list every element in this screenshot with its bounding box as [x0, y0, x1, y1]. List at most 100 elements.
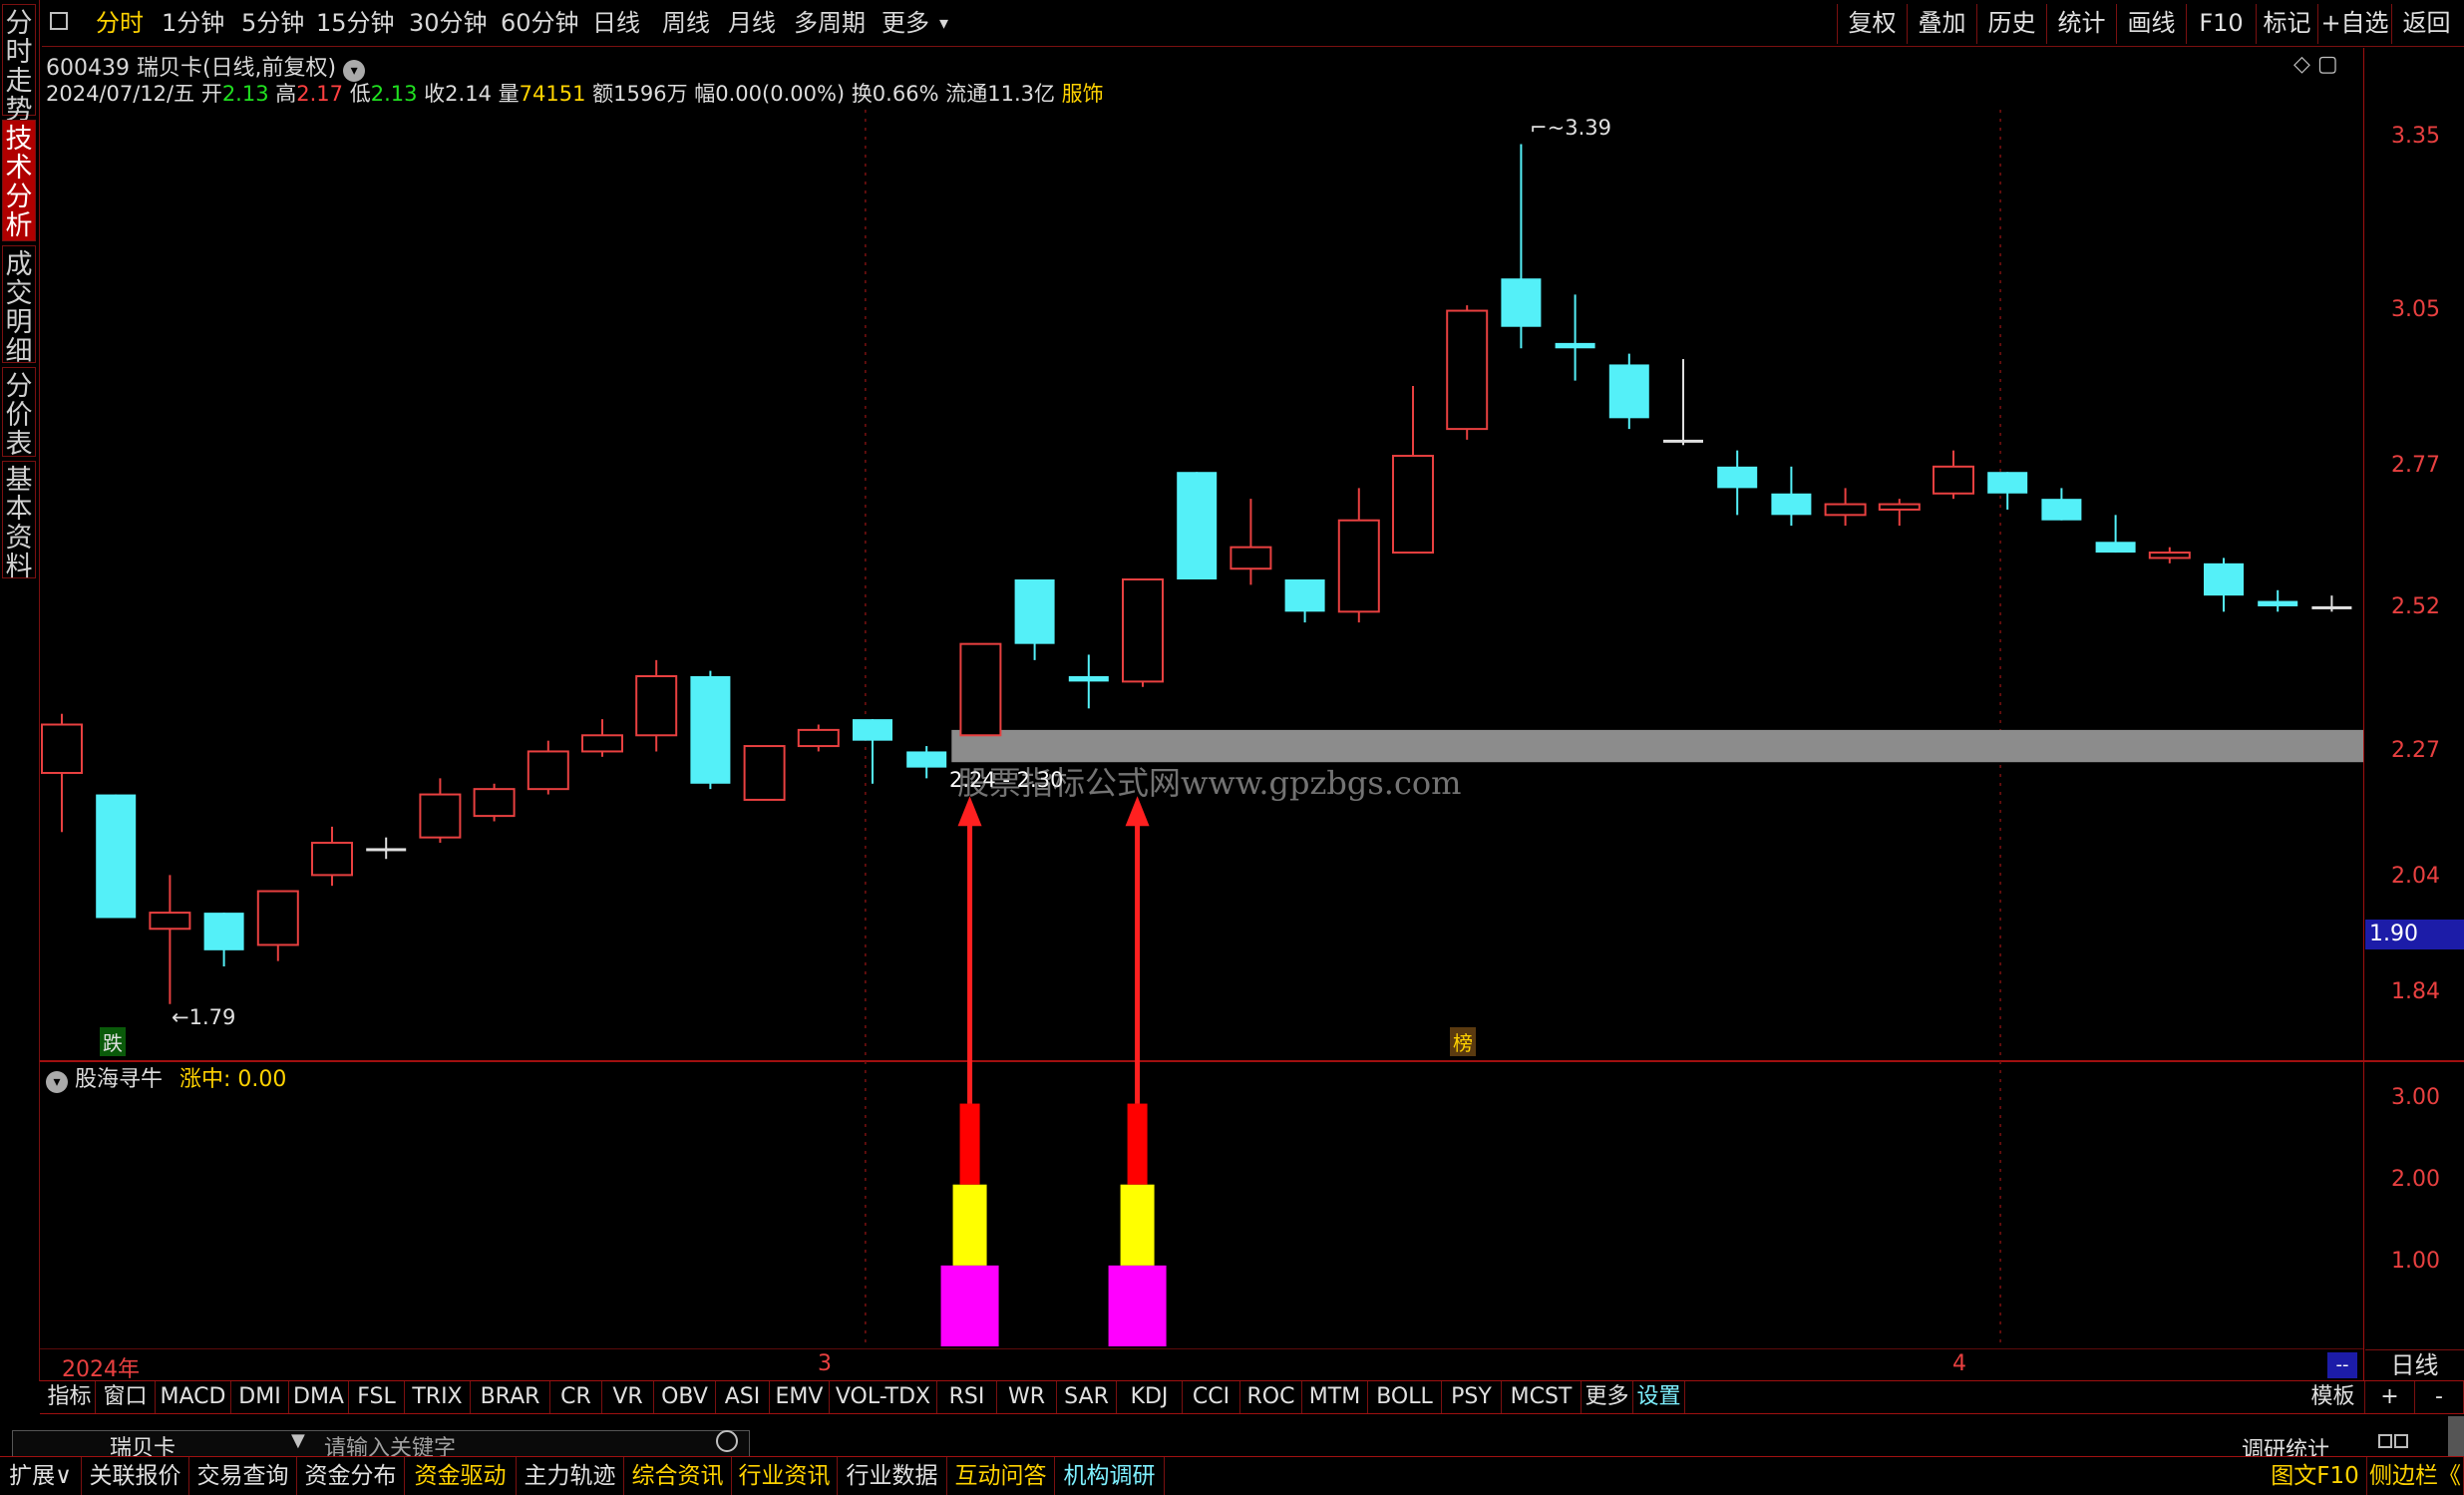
candle-body	[1284, 579, 1325, 612]
signal-bar-segment	[1120, 1184, 1155, 1266]
candle-body	[2095, 542, 2136, 554]
candle-body	[419, 793, 462, 839]
sidebar-toggle-button[interactable]: 侧边栏《	[2367, 1457, 2464, 1495]
indicator-tab-9[interactable]: VR	[602, 1381, 654, 1413]
indicator-tab-15[interactable]: WR	[997, 1381, 1057, 1413]
indicator-tab-18[interactable]: CCI	[1183, 1381, 1240, 1413]
bottom-tab-5[interactable]: 主力轨迹	[517, 1457, 624, 1495]
bottom-tab-6[interactable]: 综合资讯	[624, 1457, 732, 1495]
template-button[interactable]: 模板	[2301, 1381, 2365, 1413]
date-label-year: 2024年	[62, 1357, 140, 1382]
candle-body	[1663, 439, 1703, 443]
indicator-tab-25[interactable]: 设置	[1633, 1381, 1685, 1413]
candle-body	[256, 890, 299, 946]
candle-body	[1014, 579, 1055, 644]
candle-body	[203, 913, 244, 950]
indicator-tab-16[interactable]: SAR	[1057, 1381, 1117, 1413]
bottom-tab-1[interactable]: 关联报价	[82, 1457, 189, 1495]
indicator-tab-7[interactable]: BRAR	[471, 1381, 550, 1413]
candle-body	[1933, 465, 1974, 495]
bottom-tab-8[interactable]: 行业数据	[838, 1457, 947, 1495]
price-tick: 3.05	[2391, 297, 2440, 322]
candle-body	[906, 751, 947, 768]
f10-graphic-button[interactable]: 图文F10	[2264, 1457, 2367, 1495]
bottom-tab-9[interactable]: 互动问答	[947, 1457, 1055, 1495]
signal-bar-segment	[959, 1103, 980, 1185]
candle-body	[1337, 519, 1380, 613]
period-indicator[interactable]: 日线	[2365, 1349, 2464, 1379]
signal-bar-segment	[952, 1184, 987, 1266]
subchart-header: ▾ 股海寻牛 涨中: 0.00	[46, 1061, 286, 1093]
add-window-button[interactable]: +	[2365, 1381, 2415, 1413]
chevron-down-icon[interactable]: ▾	[46, 1071, 68, 1093]
indicator-tab-21[interactable]: BOLL	[1368, 1381, 1442, 1413]
indicator-tab-10[interactable]: OBV	[654, 1381, 716, 1413]
candle-body	[1230, 546, 1272, 570]
bottom-tab-10[interactable]: 机构调研	[1055, 1457, 1165, 1495]
scroll-end-button[interactable]: --	[2327, 1352, 2357, 1378]
signal-bar-segment	[1127, 1103, 1148, 1185]
indicator-tab-22[interactable]: PSY	[1442, 1381, 1502, 1413]
indicator-tab-1[interactable]: 窗口	[96, 1381, 156, 1413]
grid-icon[interactable]	[2378, 1434, 2408, 1450]
indicator-tab-2[interactable]: MACD	[156, 1381, 231, 1413]
indicator-tab-17[interactable]: KDJ	[1117, 1381, 1183, 1413]
indicator-tab-19[interactable]: ROC	[1240, 1381, 1302, 1413]
candle-body	[635, 675, 678, 737]
fall-badge: 跌	[100, 1027, 126, 1056]
candle-body	[2258, 600, 2298, 606]
candle-body	[96, 794, 137, 919]
bottom-tab-2[interactable]: 交易查询	[189, 1457, 297, 1495]
candle-body	[853, 719, 892, 741]
indicator-tab-bar: 指标 窗口 MACD DMI DMA FSL TRIX BRAR CR VR OBV ASI EMV VO…	[40, 1380, 2464, 1414]
price-tick: 2.77	[2391, 453, 2440, 478]
candle-body	[41, 723, 83, 774]
candle-body	[2311, 605, 2352, 609]
candle-body	[2041, 499, 2082, 521]
candle-body	[1824, 503, 1867, 517]
price-tick: 2.04	[2391, 864, 2440, 889]
indicator-tab-14[interactable]: RSI	[937, 1381, 997, 1413]
chevron-down-icon[interactable]: ▼	[291, 1430, 305, 1451]
price-tick: 3.35	[2391, 124, 2440, 149]
indicator-tab-5[interactable]: FSL	[349, 1381, 405, 1413]
candle-body	[1446, 309, 1489, 431]
bottom-tab-7[interactable]: 行业资讯	[732, 1457, 838, 1495]
indicator-tab-13[interactable]: VOL-TDX	[830, 1381, 937, 1413]
remove-window-button[interactable]: -	[2415, 1381, 2464, 1413]
candle-body	[311, 842, 353, 877]
candle-body	[473, 788, 516, 818]
high-price-label: ⌐~3.39	[1530, 116, 1611, 140]
indicator-tab-3[interactable]: DMI	[231, 1381, 289, 1413]
price-tick: 2.52	[2391, 594, 2440, 619]
watermark: 股票指标公式网www.gpzbgs.com	[957, 764, 1462, 802]
candlestick-chart[interactable]	[0, 0, 2464, 1381]
candle-body	[1608, 364, 1649, 419]
candle-body	[2204, 562, 2244, 596]
candle-body	[149, 912, 191, 931]
candle-body	[2148, 552, 2191, 560]
indicator-tab-20[interactable]: MTM	[1302, 1381, 1368, 1413]
candle-body	[1501, 278, 1542, 327]
candle-body	[366, 848, 407, 852]
indicator-tab-24[interactable]: 更多	[1582, 1381, 1633, 1413]
sub-tick: 3.00	[2391, 1085, 2440, 1110]
search-icon[interactable]	[716, 1430, 738, 1452]
candle-body	[581, 734, 623, 753]
bottom-tab-0[interactable]: 扩展∨	[0, 1457, 82, 1495]
indicator-tab-23[interactable]: MCST	[1502, 1381, 1582, 1413]
candle-body	[1878, 503, 1921, 511]
bottom-tab-4[interactable]: 资金驱动	[405, 1457, 517, 1495]
rank-badge: 榜	[1450, 1027, 1476, 1056]
subchart-title: 股海寻牛	[75, 1067, 164, 1092]
indicator-tab-8[interactable]: CR	[550, 1381, 602, 1413]
candle-body	[1555, 342, 1595, 349]
scrollbar[interactable]	[2448, 1416, 2464, 1456]
indicator-tab-12[interactable]: EMV	[770, 1381, 830, 1413]
indicator-tab-4[interactable]: DMA	[289, 1381, 349, 1413]
candle-body	[1068, 676, 1109, 682]
indicator-tab-11[interactable]: ASI	[716, 1381, 770, 1413]
indicator-tab-6[interactable]: TRIX	[405, 1381, 471, 1413]
indicator-tab-0[interactable]: 指标	[44, 1381, 96, 1413]
bottom-tab-3[interactable]: 资金分布	[297, 1457, 405, 1495]
